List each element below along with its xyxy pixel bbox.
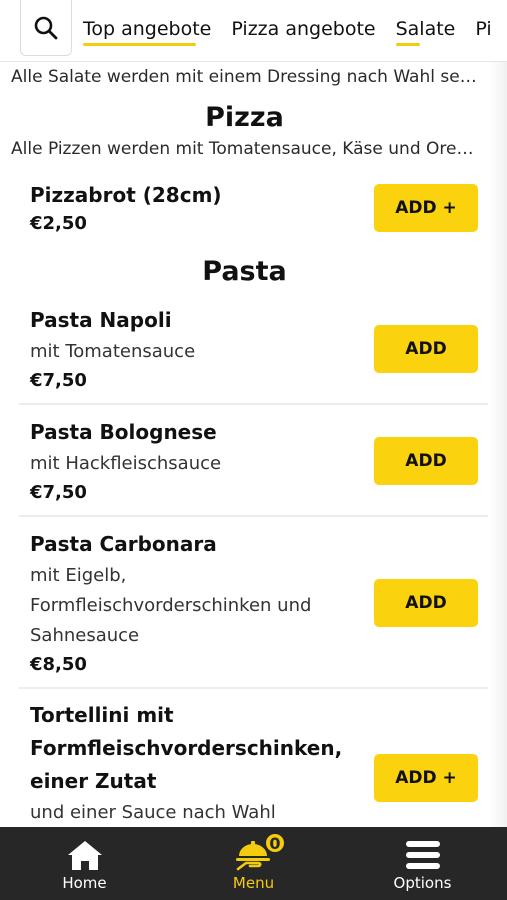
section-title-pasta: Pasta (202, 256, 287, 287)
menu-item: Pasta Bolognese mit Hackfleischsauce €7,… (19, 405, 488, 517)
nav-home[interactable]: Home (0, 827, 169, 900)
menu-list[interactable]: Alle Salate werden mit einem Dressing na… (0, 62, 489, 827)
add-button[interactable]: ADD + (374, 754, 478, 802)
category-tab-bar: Top angebote Pizza angebote Salate Pi (0, 0, 507, 62)
menu-item: Pasta Carbonara mit Eigelb, Formfleischv… (19, 517, 488, 689)
add-button[interactable]: ADD (374, 325, 478, 373)
tab-pizza-angebote[interactable]: Pizza angebote (231, 16, 375, 46)
section-title-pizza: Pizza (205, 102, 284, 133)
category-tabs: Top angebote Pizza angebote Salate Pi (72, 0, 501, 61)
scroll-edge-shadow (489, 62, 507, 827)
item-description: und einer Sauce nach Wahl (30, 802, 276, 823)
add-button[interactable]: ADD + (374, 184, 478, 232)
cart-count-badge: 0 (264, 832, 286, 854)
nav-options-label: Options (393, 874, 452, 892)
home-icon (67, 841, 102, 870)
item-name: Pasta Carbonara (30, 532, 217, 556)
item-name-line: Tortellini mit (30, 703, 174, 727)
search-icon (34, 16, 58, 39)
bottom-navigation: Home Menu 0 Options (0, 827, 507, 900)
nav-options[interactable]: Options (338, 827, 507, 900)
nav-menu[interactable]: Menu 0 (169, 827, 338, 900)
menu-item: Tortellini mit Formfleischvorderschinken… (19, 689, 488, 827)
salad-category-note: Alle Salate werden mit einem Dressing na… (11, 67, 489, 87)
tab-salate[interactable]: Salate (395, 16, 455, 46)
menu-item: Pizzabrot (28cm) €2,50 ADD + (19, 179, 488, 239)
nav-home-label: Home (62, 874, 107, 892)
menu-item: Pasta Napoli mit Tomatensauce €7,50 ADD (19, 300, 488, 405)
add-button[interactable]: ADD (374, 437, 478, 485)
tab-pizza[interactable]: Pi (475, 16, 491, 46)
search-button[interactable] (20, 0, 72, 56)
item-price: €8,50 (30, 654, 87, 675)
add-button[interactable]: ADD (374, 579, 478, 627)
tab-top-angebote[interactable]: Top angebote (83, 16, 211, 46)
hamburger-menu-icon (405, 841, 440, 869)
pizza-category-note: Alle Pizzen werden mit Tomatensauce, Käs… (11, 139, 489, 159)
nav-menu-label: Menu (232, 874, 275, 892)
